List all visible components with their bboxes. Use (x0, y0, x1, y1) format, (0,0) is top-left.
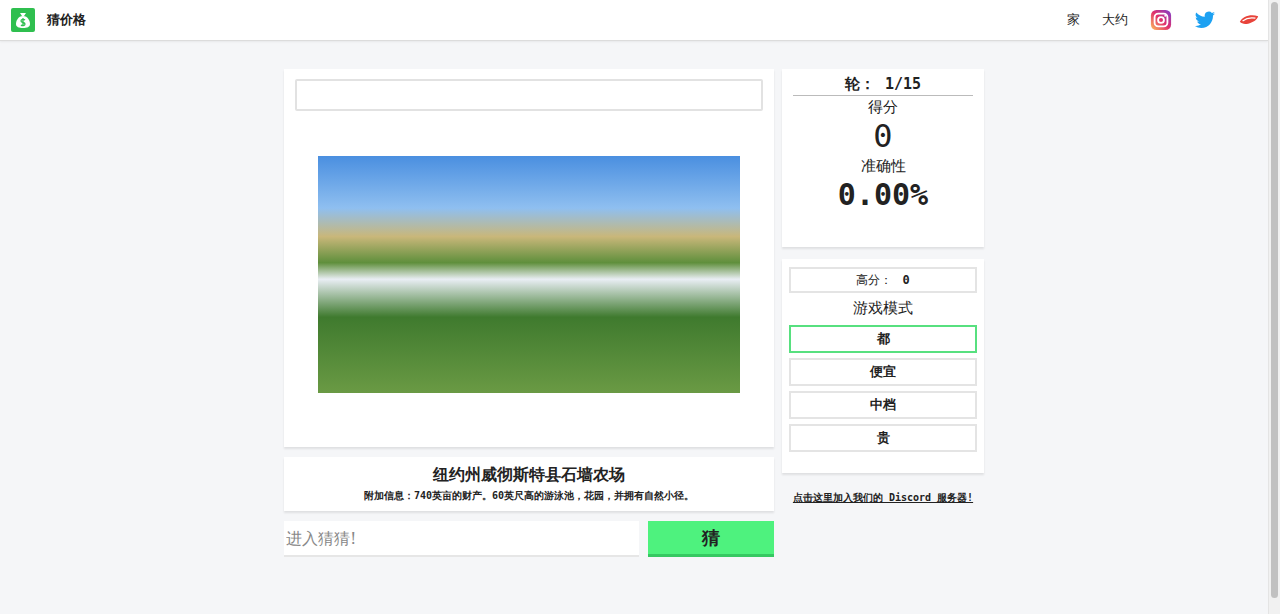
twitter-icon[interactable] (1194, 9, 1216, 31)
guess-button[interactable]: 猜 (648, 521, 774, 557)
right-column: 轮：1/15得分0准确性0.00%高分：0游戏模式都便宜中档贵点击这里加入我们的… (782, 69, 984, 557)
round-label: 轮： (845, 75, 875, 94)
listing-photo (318, 156, 740, 393)
money-bag-logo-icon[interactable] (11, 8, 35, 32)
brand-title: 猜价格 (47, 11, 86, 29)
photo-wrap (295, 111, 763, 437)
guess-row: 猜 (284, 521, 774, 557)
nav-link[interactable]: 大约 (1102, 11, 1128, 29)
nav-bar: 猜价格 家 大约 (0, 0, 1268, 41)
listing-title: 纽约州威彻斯特县石墙农场 (433, 465, 625, 486)
listing-card: 纽约州威彻斯特县石墙农场附加信息：740英亩的财产。60英尺高的游泳池，花园，并… (284, 457, 774, 511)
game-area: 纽约州威彻斯特县石墙农场附加信息：740英亩的财产。60英尺高的游泳池，花园，并… (0, 69, 1268, 557)
top-field[interactable] (295, 79, 763, 111)
instagram-icon[interactable] (1150, 9, 1172, 31)
discord-link[interactable]: 点击这里加入我们的 Discord 服务器! (793, 491, 973, 505)
cap-icon[interactable] (1238, 9, 1260, 31)
modes-title: 游戏模式 (789, 299, 977, 318)
scrollbar[interactable] (1268, 0, 1280, 614)
mode-button[interactable]: 中档 (789, 391, 977, 419)
mode-button[interactable]: 都 (789, 325, 977, 353)
round-indicator: 轮： 1/15 (793, 75, 973, 96)
page: 猜价格 家 大约纽约州威彻斯特县石墙农场附加信息：740英亩的财产。60英尺高的游泳… (0, 0, 1268, 614)
high-score: 高分： 0 (789, 267, 977, 293)
nav-links: 家 大约 (1067, 9, 1260, 31)
high-score-value: 0 (902, 273, 909, 287)
nav-link[interactable]: 家 (1067, 11, 1080, 29)
listing-info: 附加信息：740英亩的财产。60英尺高的游泳池，花园，并拥有自然小径。 (364, 489, 694, 503)
guess-input[interactable] (284, 521, 639, 557)
scrollbar-thumb[interactable] (1271, 2, 1278, 598)
modes-card: 高分： 0 游戏模式都便宜中档贵 (782, 259, 984, 473)
stats-card: 轮： 1/15 得分0 准确性0.00% (782, 69, 984, 247)
accuracy-value: 0.00% (838, 176, 928, 214)
mode-button[interactable]: 贵 (789, 424, 977, 452)
accuracy-label: 准确性 (861, 157, 906, 176)
app-window: 猜价格 家 大约纽约州威彻斯特县石墙农场附加信息：740英亩的财产。60英尺高的游泳… (0, 0, 1280, 614)
left-column: 纽约州威彻斯特县石墙农场附加信息：740英亩的财产。60英尺高的游泳池，花园，并… (284, 69, 774, 557)
photo-card (284, 69, 774, 447)
high-score-label: 高分： (856, 272, 892, 289)
brand[interactable]: 猜价格 (11, 8, 86, 32)
score-label: 得分 (868, 98, 898, 117)
mode-button[interactable]: 便宜 (789, 358, 977, 386)
score-value: 0 (873, 117, 892, 155)
round-value: 1/15 (885, 75, 921, 94)
